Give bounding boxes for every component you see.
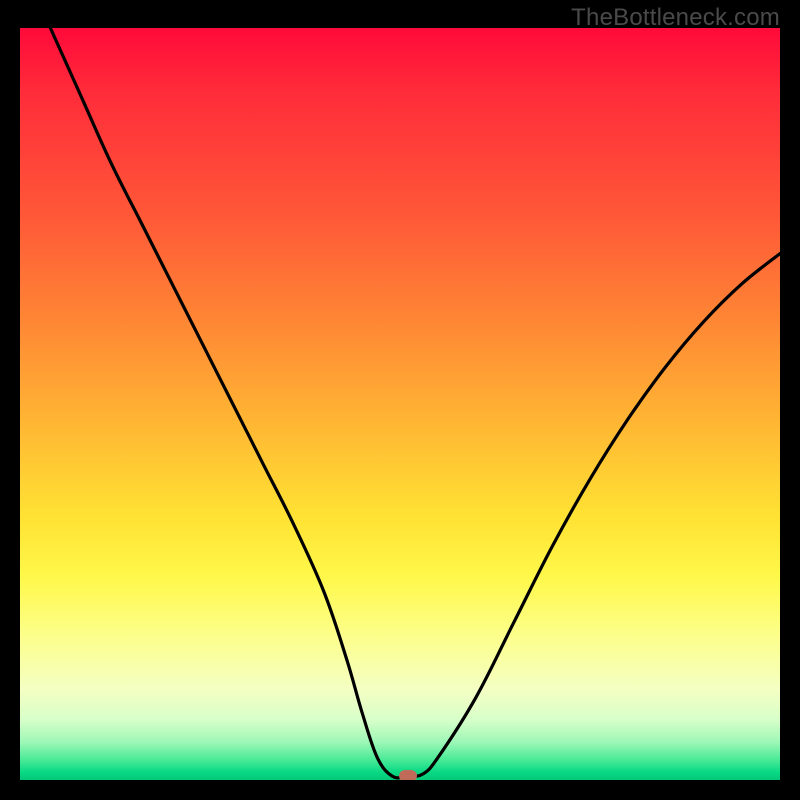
optimal-point-marker — [399, 770, 417, 780]
plot-area — [20, 28, 780, 780]
watermark-text: TheBottleneck.com — [571, 4, 780, 32]
chart-frame: TheBottleneck.com — [0, 0, 800, 800]
bottleneck-curve — [20, 28, 780, 780]
